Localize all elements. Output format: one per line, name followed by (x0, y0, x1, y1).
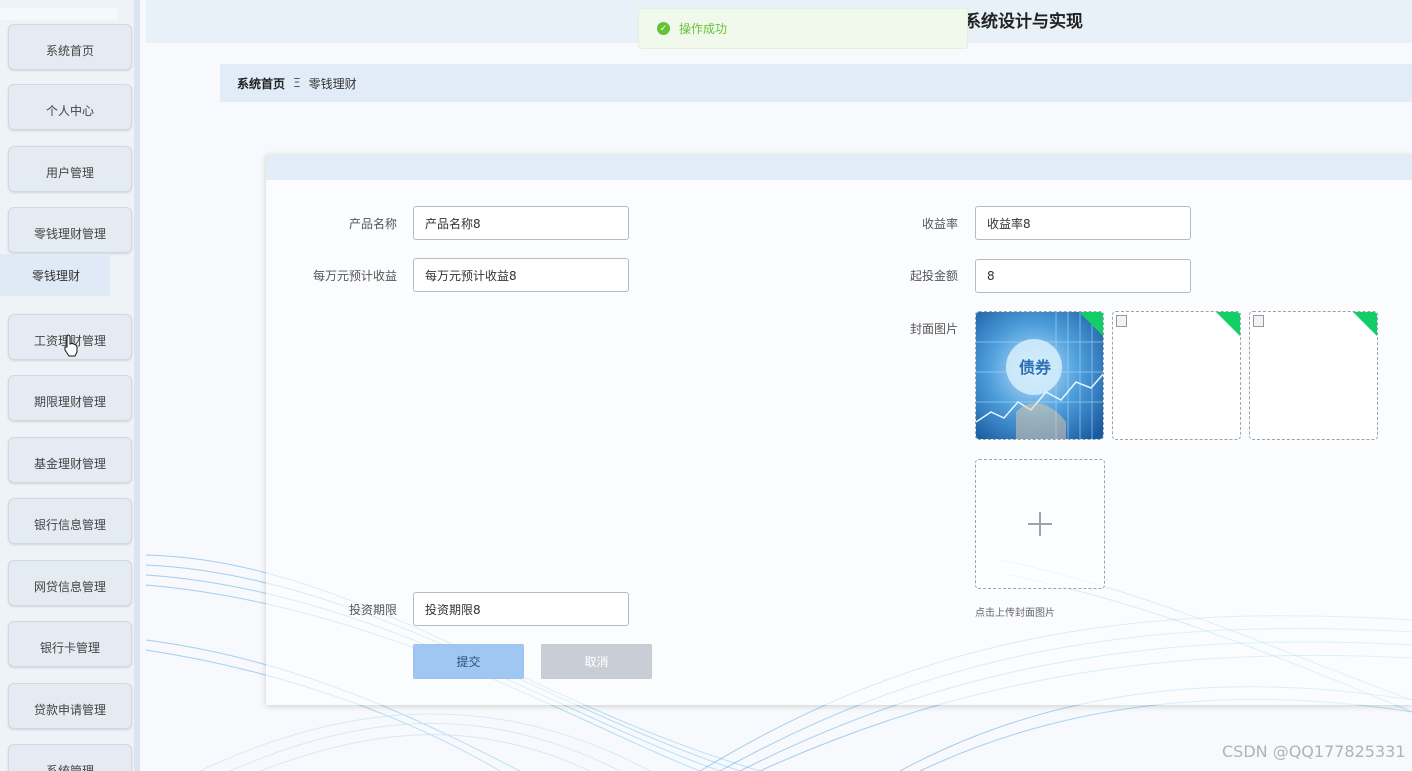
yield-rate-label: 收益率 (921, 217, 958, 231)
term-input[interactable] (413, 592, 629, 626)
cancel-button[interactable]: 取消 (541, 644, 652, 679)
min-invest-label: 起投金额 (909, 269, 958, 283)
sidebar-item-bank-info[interactable]: 银行信息管理 (8, 498, 132, 544)
product-name-input[interactable] (413, 206, 629, 240)
sidebar-item-loan-apply[interactable]: 贷款申请管理 (8, 683, 132, 729)
per-10k-income-label: 每万元预计收益 (312, 269, 397, 283)
broken-image-icon (1116, 315, 1127, 327)
sidebar-item-bank-card[interactable]: 银行卡管理 (8, 621, 132, 667)
sidebar-item-home[interactable]: 系统首页 (8, 24, 132, 70)
sidebar-item-profile[interactable]: 个人中心 (8, 84, 132, 130)
breadcrumb: 系统首页 Ξ 零钱理财 (220, 64, 1412, 102)
cover-upload-button[interactable] (975, 459, 1105, 589)
submit-button[interactable]: 提交 (413, 644, 524, 679)
uploaded-check-badge (1216, 312, 1240, 336)
breadcrumb-home[interactable]: 系统首页 (237, 75, 285, 92)
sidebar-top-strip (0, 8, 118, 20)
uploaded-check-badge (1353, 312, 1377, 336)
form-card-header (266, 155, 1412, 180)
uploaded-check-badge (1079, 312, 1103, 336)
upload-tip: 点击上传封面图片 (975, 608, 1055, 619)
sidebar-item-system[interactable]: 系统管理 (8, 744, 132, 771)
sidebar-item-change-finance[interactable]: 零钱理财管理 (8, 207, 132, 253)
cover-image-thumb-broken[interactable] (1249, 311, 1378, 440)
success-toast: ✓ 操作成功 (638, 8, 968, 49)
sidebar-subitem-change-finance[interactable]: 零钱理财 (0, 254, 110, 296)
min-invest-input[interactable] (975, 259, 1191, 293)
cover-image-thumb[interactable]: 债券 (975, 311, 1104, 440)
hand-pointer-icon (64, 334, 78, 357)
sidebar-item-users[interactable]: 用户管理 (8, 146, 132, 192)
toast-message: 操作成功 (679, 22, 728, 36)
cover-image-thumb-broken[interactable] (1112, 311, 1241, 440)
system-title: 系统设计与实现 (964, 12, 1083, 32)
cover-image-text: 债券 (1019, 358, 1052, 377)
product-name-label: 产品名称 (348, 217, 397, 231)
plus-icon (1028, 512, 1052, 536)
sidebar: 系统首页 个人中心 用户管理 零钱理财管理 零钱理财 工资理财管理 期限理财管理… (0, 0, 140, 771)
sidebar-item-p2p-info[interactable]: 网贷信息管理 (8, 560, 132, 606)
term-label: 投资期限 (348, 603, 397, 617)
sidebar-item-term-finance[interactable]: 期限理财管理 (8, 375, 132, 421)
per-10k-income-input[interactable] (413, 258, 629, 292)
sidebar-item-fund-finance[interactable]: 基金理财管理 (8, 437, 132, 483)
broken-image-icon (1253, 315, 1264, 327)
yield-rate-input[interactable] (975, 206, 1191, 240)
cover-image-label: 封面图片 (909, 322, 958, 336)
watermark: CSDN @QQ177825331 (1222, 742, 1406, 761)
check-circle-icon: ✓ (657, 22, 670, 35)
breadcrumb-separator: Ξ (293, 76, 301, 90)
breadcrumb-current: 零钱理财 (308, 76, 357, 91)
